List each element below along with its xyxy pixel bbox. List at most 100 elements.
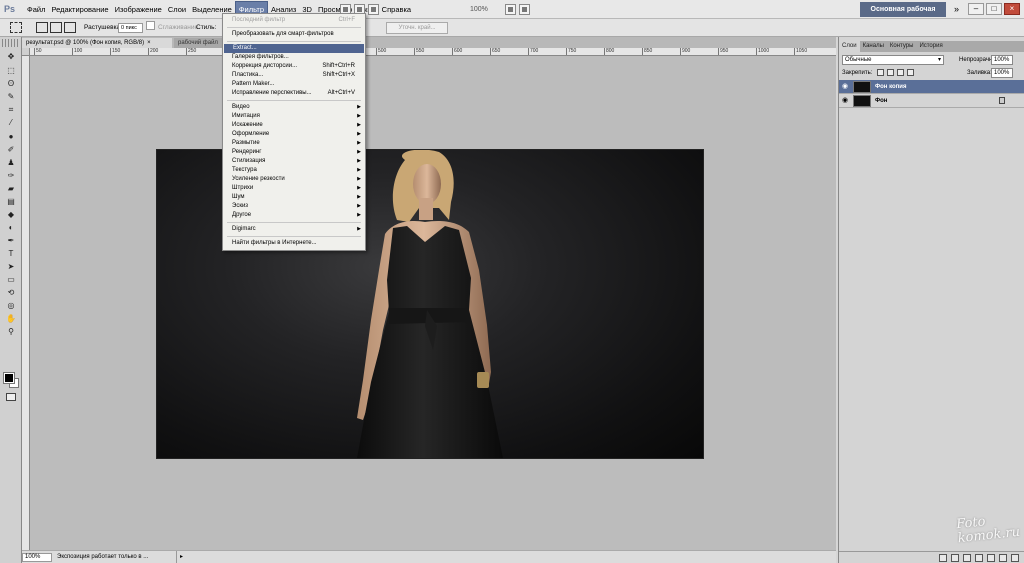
marquee-tool-icon[interactable]: ⬚	[4, 65, 18, 76]
toolbox-grip[interactable]	[2, 39, 19, 47]
new-layer-icon[interactable]	[999, 554, 1007, 562]
hand-icon[interactable]: ✋	[4, 313, 18, 324]
filter-menu-item[interactable]: Размытие ▶	[223, 139, 365, 148]
link-layers-icon[interactable]	[939, 554, 947, 562]
menu-1[interactable]: Редактирование	[48, 0, 111, 19]
blend-mode-select[interactable]: Обычные ▾	[842, 55, 944, 65]
dodge-icon[interactable]: ◐	[4, 222, 18, 233]
filter-menu-item[interactable]: Имитация ▶	[223, 112, 365, 121]
eraser-icon[interactable]: ▰	[4, 183, 18, 194]
filter-menu-item[interactable]: Коррекция дисторсии... Shift+Ctrl+R	[223, 62, 365, 71]
view-extras-icon[interactable]	[368, 4, 379, 15]
workspace-button[interactable]: Основная рабочая среда	[860, 2, 946, 28]
feather-input[interactable]: 0 пикс	[118, 23, 143, 33]
lock-pixels-icon[interactable]	[887, 69, 894, 76]
panel-tab-0[interactable]: Слои	[839, 41, 860, 52]
panel-tab-3[interactable]: История	[916, 41, 945, 52]
filter-menu-item[interactable]: Digimarc ▶	[223, 225, 365, 234]
brush-icon[interactable]: ✐	[4, 144, 18, 155]
ruler-origin[interactable]	[22, 48, 30, 56]
crop-icon[interactable]: ⌗	[4, 104, 18, 115]
marquee-icon[interactable]	[10, 22, 22, 33]
status-menu-arrow-icon[interactable]: ▸	[180, 551, 183, 563]
gradient-icon[interactable]: ▤	[4, 196, 18, 207]
healing-icon[interactable]: ●	[4, 131, 18, 142]
filter-menu-item[interactable]: Исправление перспективы... Alt+Ctrl+V	[223, 89, 365, 98]
filter-menu-item[interactable]: Последний фильтр Ctrl+F	[223, 16, 365, 25]
type-icon[interactable]: T	[4, 248, 18, 259]
arrange-documents-icon[interactable]	[505, 4, 516, 15]
menu-3[interactable]: Слои	[165, 0, 189, 19]
lock-icon[interactable]	[999, 97, 1005, 104]
filter-menu-item[interactable]: Рендеринг ▶	[223, 148, 365, 157]
filter-menu-item[interactable]: Штрихи ▶	[223, 184, 365, 193]
lock-transparency-icon[interactable]	[877, 69, 884, 76]
new-group-icon[interactable]	[987, 554, 995, 562]
filter-menu-item[interactable]: Усиление резкости ▶	[223, 175, 365, 184]
lasso-icon[interactable]: ʘ	[4, 78, 18, 89]
trash-icon[interactable]	[1011, 554, 1019, 562]
filter-menu-item[interactable]: Преобразовать для смарт-фильтров	[223, 30, 365, 39]
add-selection-icon[interactable]	[50, 22, 62, 33]
menu-0[interactable]: Файл	[24, 0, 48, 19]
opacity-input[interactable]: 100%	[991, 55, 1013, 65]
status-zoom-input[interactable]: 100%	[22, 553, 52, 562]
3d-orbit-icon[interactable]: ◎	[4, 300, 18, 311]
layer-row[interactable]: ◉ Фон копия	[839, 80, 1024, 94]
layer-style-icon[interactable]	[951, 554, 959, 562]
filter-menu-item[interactable]: Оформление ▶	[223, 130, 365, 139]
lock-all-icon[interactable]	[907, 69, 914, 76]
document-tab-active[interactable]: результат.psd @ 100% (Фон копия, RGB/8) ×	[22, 38, 172, 48]
screen-mode-icon[interactable]	[519, 4, 530, 15]
minimize-icon[interactable]: –	[968, 3, 984, 15]
close-tab-icon[interactable]: ×	[147, 40, 151, 46]
foreground-color-swatch[interactable]	[3, 372, 15, 384]
filter-menu-item[interactable]: Pattern Maker...	[223, 80, 365, 89]
filter-menu-item[interactable]: Эскиз ▶	[223, 202, 365, 211]
filter-menu-item[interactable]: Другое ▶	[223, 211, 365, 220]
menu-10[interactable]: Справка	[379, 0, 414, 19]
intersect-selection-icon[interactable]	[64, 22, 76, 33]
style-label: Стиль:	[196, 24, 217, 31]
fill-input[interactable]: 100%	[991, 68, 1013, 78]
filter-menu-item[interactable]: Шум ▶	[223, 193, 365, 202]
new-selection-icon[interactable]	[36, 22, 48, 33]
pen-icon[interactable]: ✒	[4, 235, 18, 246]
zoom-level[interactable]: 100%	[470, 0, 488, 19]
workspace-more-button[interactable]: »	[954, 2, 959, 17]
3d-rotate-icon[interactable]: ⟲	[4, 287, 18, 298]
submenu-arrow-icon: ▶	[357, 149, 361, 155]
submenu-arrow-icon: ▶	[357, 158, 361, 164]
eye-icon[interactable]: ◉	[842, 83, 848, 91]
filter-menu-item[interactable]: Искажение ▶	[223, 121, 365, 130]
filter-menu-item[interactable]: Галерея фильтров...	[223, 53, 365, 62]
filter-menu-item[interactable]: Стилизация ▶	[223, 157, 365, 166]
refine-edge-button[interactable]: Уточн. край...	[386, 22, 448, 34]
filter-menu-item[interactable]: Пластика... Shift+Ctrl+X	[223, 71, 365, 80]
filter-menu-item[interactable]: Видео ▶	[223, 103, 365, 112]
eye-icon[interactable]: ◉	[842, 97, 848, 105]
quick-mask-icon[interactable]	[6, 393, 16, 401]
panel-tab-1[interactable]: Каналы	[860, 41, 887, 52]
path-select-icon[interactable]: ➤	[4, 261, 18, 272]
move-icon[interactable]: ✥	[4, 51, 18, 62]
zoom-icon[interactable]: ⚲	[4, 326, 18, 337]
filter-menu-item[interactable]: Текстура ▶	[223, 166, 365, 175]
stamp-icon[interactable]: ♟	[4, 157, 18, 168]
filter-menu-item[interactable]: Extract...	[224, 44, 364, 53]
close-icon[interactable]: ×	[1004, 3, 1020, 15]
layer-mask-icon[interactable]	[963, 554, 971, 562]
menu-2[interactable]: Изображение	[112, 0, 165, 19]
smooth-checkbox[interactable]: Сглаживание	[146, 19, 198, 37]
history-brush-icon[interactable]: ✑	[4, 170, 18, 181]
quick-select-icon[interactable]: ✎	[4, 91, 18, 102]
adjustment-layer-icon[interactable]	[975, 554, 983, 562]
layer-row[interactable]: ◉ Фон	[839, 94, 1024, 108]
blur-icon[interactable]: ◆	[4, 209, 18, 220]
eyedropper-icon[interactable]: ⁄	[4, 117, 18, 128]
shape-icon[interactable]: ▭	[4, 274, 18, 285]
filter-menu-item[interactable]: Найти фильтры в Интернете...	[223, 239, 365, 248]
panel-tab-2[interactable]: Контуры	[887, 41, 917, 52]
lock-position-icon[interactable]	[897, 69, 904, 76]
maximize-icon[interactable]: □	[986, 3, 1002, 15]
